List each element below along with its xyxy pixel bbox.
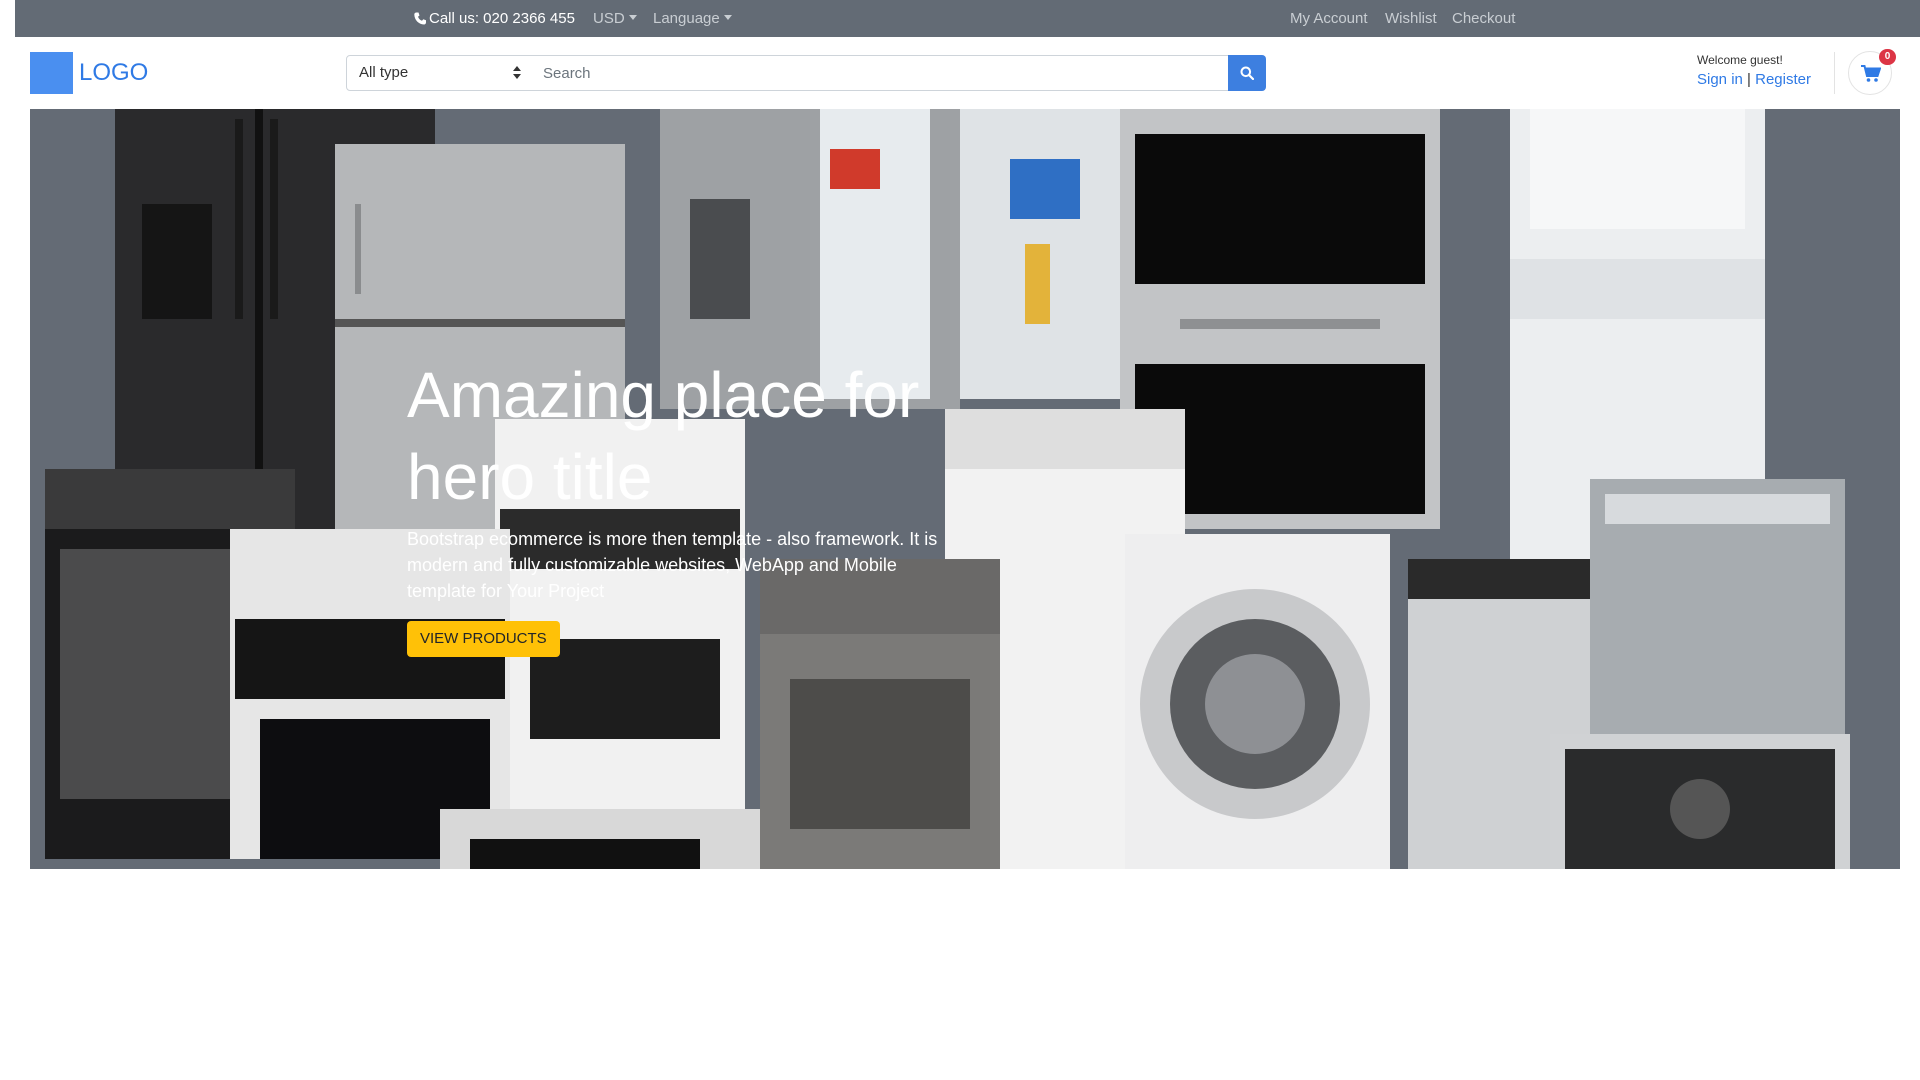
currency-dropdown[interactable]: USD xyxy=(593,0,637,37)
checkout-link[interactable]: Checkout xyxy=(1452,0,1515,37)
search-type-value: All type xyxy=(359,64,409,81)
top-bar: Call us: 020 2366 455 USD Language My Ac… xyxy=(15,0,1920,37)
view-products-button[interactable]: VIEW PRODUCTS xyxy=(407,621,560,657)
search-icon xyxy=(1240,66,1254,80)
my-account-link[interactable]: My Account xyxy=(1290,0,1368,37)
register-link[interactable]: Register xyxy=(1755,71,1811,88)
logo-text[interactable]: LOGO xyxy=(79,57,148,89)
hero-title: Amazing place for hero title xyxy=(407,359,920,513)
phone-icon xyxy=(414,12,426,25)
call-us: Call us: 020 2366 455 xyxy=(414,0,575,37)
language-label: Language xyxy=(653,10,720,27)
language-dropdown[interactable]: Language xyxy=(653,0,732,37)
search-type-select[interactable]: All type xyxy=(346,55,532,91)
welcome-text: Welcome guest! xyxy=(1697,53,1783,67)
search-input[interactable] xyxy=(531,55,1229,91)
hero-banner: Amazing place for hero title Bootstrap e… xyxy=(30,109,1900,869)
call-us-text: Call us: 020 2366 455 xyxy=(429,10,575,27)
auth-separator: | xyxy=(1747,71,1751,88)
chevron-down-icon xyxy=(723,15,732,20)
currency-label: USD xyxy=(593,10,625,27)
chevron-down-icon xyxy=(628,15,637,20)
hero-description: Bootstrap ecommerce is more then templat… xyxy=(407,529,938,601)
auth-links: Sign in | Register xyxy=(1697,71,1811,88)
logo-image[interactable] xyxy=(30,52,73,94)
header-divider xyxy=(1834,52,1835,94)
select-arrows-icon xyxy=(513,66,521,80)
wishlist-link[interactable]: Wishlist xyxy=(1385,0,1437,37)
cart-count-badge: 0 xyxy=(1879,49,1896,65)
search-button[interactable] xyxy=(1228,55,1266,91)
sign-in-link[interactable]: Sign in xyxy=(1697,71,1743,88)
cart-icon xyxy=(1861,65,1881,82)
